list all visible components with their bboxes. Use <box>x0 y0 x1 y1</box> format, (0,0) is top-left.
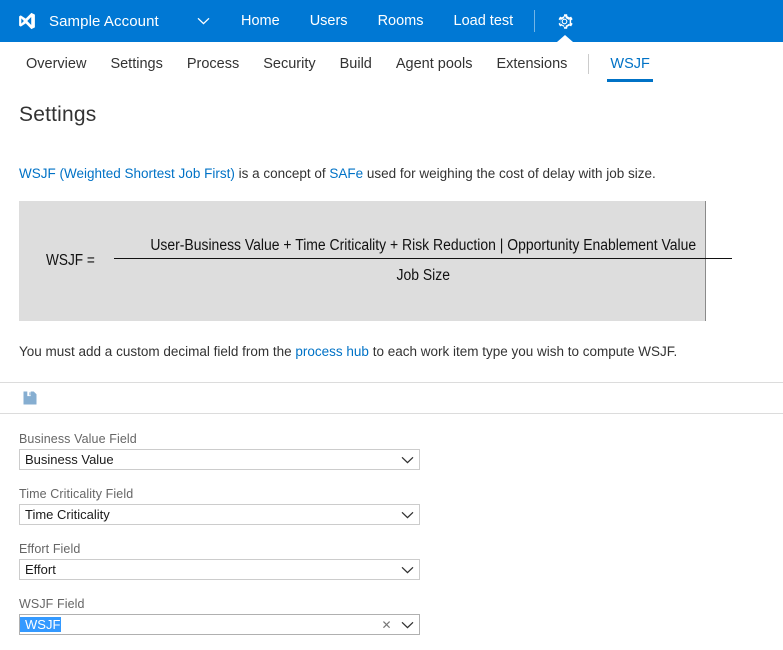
tab-extensions[interactable]: Extensions <box>484 42 579 86</box>
select-wsjf-field[interactable]: WSJF ✕ <box>19 614 420 636</box>
chevron-down-icon[interactable] <box>395 621 419 629</box>
select-time-criticality-field[interactable]: Time Criticality <box>19 504 420 526</box>
tab-process[interactable]: Process <box>175 42 251 86</box>
note-lead-text: You must add a custom decimal field from… <box>19 344 296 360</box>
safe-link[interactable]: SAFe <box>329 166 363 181</box>
chevron-down-icon[interactable] <box>395 511 419 519</box>
page-title: Settings <box>19 103 97 126</box>
field-group-business-value: Business Value Field Business Value <box>19 432 764 471</box>
save-floppy-disk-icon <box>23 391 37 405</box>
top-nav-divider <box>534 10 536 32</box>
settings-gear-button[interactable] <box>541 0 588 42</box>
select-effort-field[interactable]: Effort <box>19 559 420 581</box>
select-business-value-text: Business Value <box>25 452 114 468</box>
tab-settings[interactable]: Settings <box>98 42 174 86</box>
formula-left-hand-side: WSJF = <box>46 252 95 270</box>
top-nav-item-load-test[interactable]: Load test <box>439 0 529 42</box>
intro-tail-text: used for weighing the cost of delay with… <box>363 166 656 181</box>
chevron-down-icon[interactable] <box>395 566 419 574</box>
note-tail-text: to each work item type you wish to compu… <box>368 344 678 360</box>
account-name-label: Sample Account <box>49 12 159 30</box>
wsjf-settings-form: Business Value Field Business Value Time… <box>19 414 764 636</box>
formula-fraction: User-Business Value + Time Criticality +… <box>113 237 733 285</box>
intro-mid-text: is a concept of <box>234 166 330 181</box>
tab-build[interactable]: Build <box>328 42 384 86</box>
active-indicator-triangle <box>556 35 573 42</box>
gear-icon <box>558 13 573 29</box>
subnav-divider <box>588 54 590 74</box>
formula-denominator: Job Size <box>396 267 450 285</box>
top-nav-links: Home Users Rooms Load test <box>226 0 588 42</box>
field-group-wsjf: WSJF Field WSJF ✕ <box>19 597 764 636</box>
field-group-effort: Effort Field Effort <box>19 542 764 581</box>
formula-numerator: User-Business Value + Time Criticality +… <box>149 237 696 255</box>
top-nav-item-users[interactable]: Users <box>295 0 363 42</box>
select-time-criticality-text: Time Criticality <box>25 507 110 523</box>
wsjf-formula-box: WSJF = User-Business Value + Time Critic… <box>19 201 733 322</box>
label-effort-field: Effort Field <box>19 542 81 557</box>
save-button[interactable] <box>19 387 41 409</box>
top-navigation-bar: Sample Account Home Users Rooms Load tes… <box>0 0 783 42</box>
form-toolbar <box>0 382 783 415</box>
wsjf-definition-link[interactable]: WSJF (Weighted Shortest Job First) <box>19 166 235 181</box>
close-x-icon[interactable]: ✕ <box>378 619 395 631</box>
label-time-criticality-field: Time Criticality Field <box>19 487 134 502</box>
select-effort-text: Effort <box>25 562 56 578</box>
visual-studio-logo-icon <box>19 12 35 30</box>
note-paragraph: You must add a custom decimal field from… <box>19 343 764 361</box>
label-business-value-field: Business Value Field <box>19 432 137 447</box>
chevron-down-icon[interactable] <box>395 456 419 464</box>
top-nav-item-rooms[interactable]: Rooms <box>363 0 439 42</box>
tab-wsjf[interactable]: WSJF <box>598 42 661 86</box>
tab-agent-pools[interactable]: Agent pools <box>384 42 485 86</box>
top-nav-item-home[interactable]: Home <box>226 0 295 42</box>
main-content: Settings WSJF (Weighted Shortest Job Fir… <box>0 103 783 636</box>
select-wsjf-text: WSJF <box>20 617 62 633</box>
tab-security[interactable]: Security <box>251 42 327 86</box>
field-group-time-criticality: Time Criticality Field Time Criticality <box>19 487 764 526</box>
label-wsjf-field: WSJF Field <box>19 597 85 612</box>
chevron-down-icon[interactable] <box>194 12 212 30</box>
process-hub-link[interactable]: process hub <box>295 344 369 359</box>
account-selector[interactable]: Sample Account <box>0 0 226 42</box>
select-business-value-field[interactable]: Business Value <box>19 449 420 471</box>
intro-paragraph: WSJF (Weighted Shortest Job First) is a … <box>19 165 764 183</box>
secondary-navigation: Overview Settings Process Security Build… <box>0 42 783 86</box>
tab-overview[interactable]: Overview <box>14 42 98 86</box>
select-wsjf-text-wrapper[interactable]: WSJF <box>20 617 378 633</box>
